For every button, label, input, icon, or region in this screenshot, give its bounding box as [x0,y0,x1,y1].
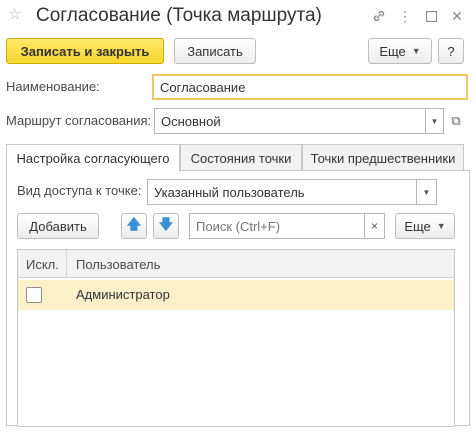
access-label: Вид доступа к точке: [17,183,142,198]
save-and-close-button[interactable]: Записать и закрыть [6,38,164,64]
table-header: Искл. Пользователь [18,250,454,278]
more-button[interactable]: Еще ▼ [368,38,432,64]
link-icon[interactable] [368,6,390,26]
tab-panel: Вид доступа к точке: Указанный пользоват… [6,170,470,427]
exclude-checkbox[interactable] [26,287,42,303]
save-button[interactable]: Записать [174,38,256,64]
column-excluded[interactable]: Искл. [26,250,59,278]
access-type-field[interactable]: Указанный пользователь [147,179,417,205]
route-field[interactable]: Основной [154,108,426,134]
add-button[interactable]: Добавить [17,213,99,239]
title-bar: ☆ Согласование (Точка маршрута) ⋮ ✕ [0,0,476,34]
more-label: Еще [379,43,406,59]
approvers-table: Искл. Пользователь Администратор [17,249,455,427]
column-divider [66,250,67,277]
column-user[interactable]: Пользователь [76,250,160,278]
chevron-down-icon: ▼ [436,221,446,231]
move-up-button[interactable]: 🡅 [121,213,147,239]
route-open-icon[interactable]: ⧉ [446,108,466,134]
name-row: Наименование: Согласование [6,74,470,100]
grid-more-label: Еще [404,218,431,234]
search-clear-button[interactable]: × [365,213,385,239]
route-label: Маршрут согласования: [6,113,152,128]
star-icon[interactable]: ☆ [8,5,21,23]
tab-bar: Настройка согласующего Состояния точки Т… [6,144,470,172]
tab-point-states[interactable]: Состояния точки [180,144,302,171]
tab-predecessor-points[interactable]: Точки предшественники [302,144,464,171]
more-icon[interactable]: ⋮ [394,6,416,26]
help-button[interactable]: ? [438,38,464,64]
arrow-up-icon: 🡅 [126,216,142,232]
user-cell: Администратор [76,287,170,302]
grid-more-button[interactable]: Еще ▼ [395,213,455,239]
route-dropdown-button[interactable]: ▼ [426,108,444,134]
window-controls: ⋮ ✕ [368,6,468,26]
table-row[interactable]: Администратор [18,280,454,310]
tab-approver-settings[interactable]: Настройка согласующего [6,144,180,172]
command-bar: Записать и закрыть Записать Еще ▼ ? [6,38,470,64]
access-dropdown-button[interactable]: ▼ [417,179,437,205]
close-icon[interactable]: ✕ [446,6,468,26]
move-down-button[interactable]: 🡇 [153,213,179,239]
search-input[interactable] [189,213,365,239]
route-row: Маршрут согласования: Основной ▼ ⧉ [6,108,470,134]
window-title: Согласование (Точка маршрута) [36,5,322,26]
name-field[interactable]: Согласование [152,74,468,100]
name-label: Наименование: [6,79,100,94]
arrow-down-icon: 🡇 [158,216,174,232]
maximize-icon[interactable] [420,6,442,26]
chevron-down-icon: ▼ [411,46,421,56]
